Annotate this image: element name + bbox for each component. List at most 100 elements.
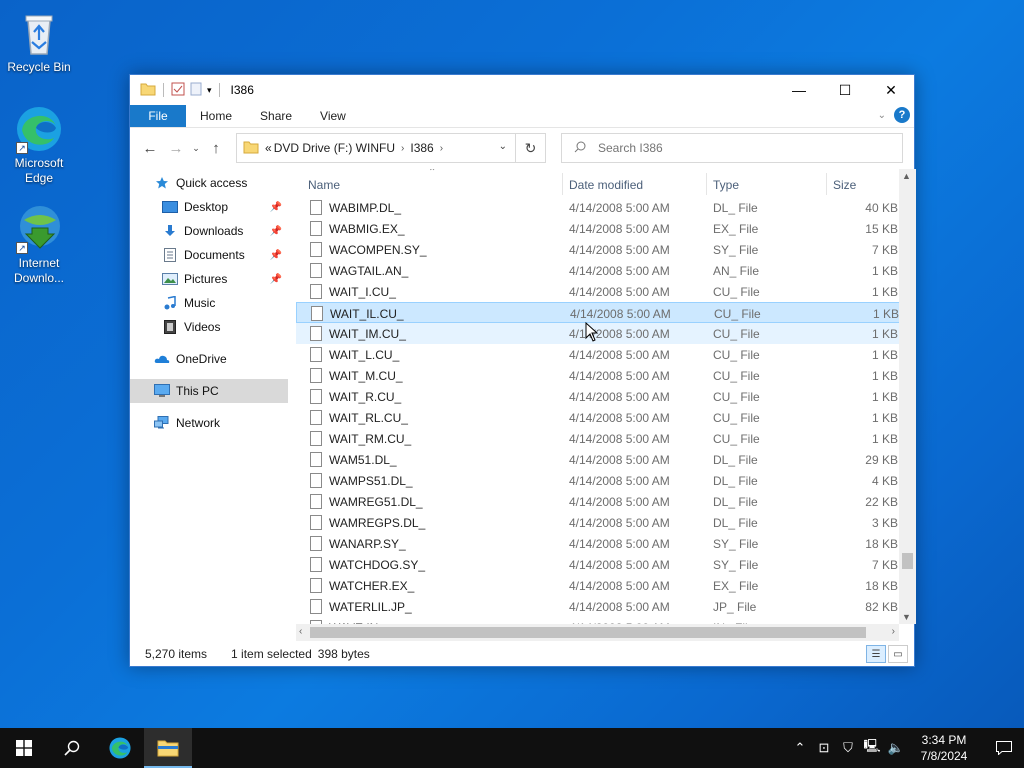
nav-item-desktop[interactable]: Desktop 📌	[130, 195, 288, 219]
column-header-date[interactable]: Date modified	[569, 178, 643, 192]
nav-item-documents[interactable]: Documents 📌	[130, 243, 288, 267]
show-hidden-icons-chevron-icon[interactable]: ⌃	[788, 740, 812, 756]
large-icons-view-button[interactable]: ▭	[888, 645, 908, 663]
nav-item-onedrive[interactable]: OneDrive	[130, 347, 288, 371]
table-row[interactable]: WANARP.SY_ 4/14/2008 5:00 AM SY_ File 18 KB	[296, 533, 900, 554]
breadcrumb-drive[interactable]: DVD Drive (F:) WINFU	[274, 141, 395, 155]
nav-item-downloads[interactable]: Downloads 📌	[130, 219, 288, 243]
table-row[interactable]: WACOMPEN.SY_ 4/14/2008 5:00 AM SY_ File 7 K…	[296, 239, 900, 260]
nav-label: Network	[176, 416, 221, 430]
nav-item-quick-access[interactable]: Quick access	[130, 171, 288, 195]
pin-icon[interactable]: 📌	[270, 274, 282, 285]
table-row[interactable]: WAM51.DL_ 4/14/2008 5:00 AM DL_ File 29 KB	[296, 449, 900, 470]
table-row[interactable]: WAIT_M.CU_ 4/14/2008 5:00 AM CU_ File 1 KB	[296, 365, 900, 386]
recent-locations-chevron-icon[interactable]: ⌄	[189, 143, 203, 154]
tab-file[interactable]: File	[130, 105, 186, 127]
new-folder-icon[interactable]	[189, 82, 203, 99]
desktop-icon-idm[interactable]: ↗ Internet Downlo...	[1, 204, 77, 286]
up-button[interactable]: ↑	[203, 140, 229, 157]
maximize-button[interactable]: ☐	[822, 75, 868, 105]
customize-toolbar-icon[interactable]: ▾	[207, 85, 212, 96]
table-row[interactable]: WATCHER.EX_ 4/14/2008 5:00 AM EX_ File 18 K…	[296, 575, 900, 596]
table-row[interactable]: WABIMP.DL_ 4/14/2008 5:00 AM DL_ File 40 KB	[296, 197, 900, 218]
table-row[interactable]: WAGTAIL.AN_ 4/14/2008 5:00 AM AN_ File 1 KB	[296, 260, 900, 281]
address-bar[interactable]: « DVD Drive (F:) WINFU › I386 › ⌄ ↻	[236, 133, 546, 163]
column-header-name[interactable]: Name	[308, 178, 340, 192]
help-button[interactable]: ?	[894, 107, 910, 123]
table-row[interactable]: WAIT_IL.CU_ 4/14/2008 5:00 AM CU_ File 1 KB	[296, 302, 900, 323]
title-bar[interactable]: ▾ I386 — ☐ ✕	[130, 75, 914, 105]
pin-icon[interactable]: 📌	[270, 226, 282, 237]
pin-icon[interactable]: 📌	[270, 202, 282, 213]
scroll-up-arrow-icon[interactable]: ▲	[902, 171, 911, 181]
scroll-right-arrow-icon[interactable]: ›	[892, 626, 895, 637]
file-icon	[310, 347, 322, 362]
shortcut-arrow-icon: ↗	[16, 242, 28, 254]
meet-now-icon[interactable]: ⊡	[812, 740, 836, 756]
nav-item-videos[interactable]: Videos	[130, 315, 288, 339]
scroll-down-arrow-icon[interactable]: ▼	[902, 612, 911, 622]
tab-view[interactable]: View	[306, 105, 360, 127]
breadcrumb-folder[interactable]: I386	[410, 141, 433, 155]
nav-item-pictures[interactable]: Pictures 📌	[130, 267, 288, 291]
clock[interactable]: 3:34 PM 7/8/2024	[914, 732, 974, 764]
table-row[interactable]: WAIT_R.CU_ 4/14/2008 5:00 AM CU_ File 1 KB	[296, 386, 900, 407]
vertical-scroll-thumb[interactable]	[902, 553, 913, 569]
table-row[interactable]: WAMPS51.DL_ 4/14/2008 5:00 AM DL_ File 4 KB	[296, 470, 900, 491]
security-icon[interactable]: ⛉	[836, 740, 860, 756]
breadcrumb-chevron-icon[interactable]: ›	[440, 143, 443, 154]
network-disconnected-icon[interactable]: 🖳	[860, 737, 884, 759]
minimize-button[interactable]: —	[776, 75, 822, 105]
table-row[interactable]: WABMIG.EX_ 4/14/2008 5:00 AM EX_ File 15 KB	[296, 218, 900, 239]
forward-button[interactable]: →	[163, 140, 189, 157]
file-type: SY_ File	[713, 243, 759, 257]
table-row[interactable]: WAMREG51.DL_ 4/14/2008 5:00 AM DL_ File 22 …	[296, 491, 900, 512]
column-divider[interactable]	[562, 173, 563, 195]
file-date-modified: 4/14/2008 5:00 AM	[569, 222, 670, 236]
table-row[interactable]: WAIT_RL.CU_ 4/14/2008 5:00 AM CU_ File 1 KB	[296, 407, 900, 428]
action-center-button[interactable]	[984, 741, 1024, 755]
breadcrumb-chevron-icon[interactable]: ›	[401, 143, 404, 154]
back-button[interactable]: ←	[137, 140, 163, 157]
nav-item-network[interactable]: Network	[130, 411, 288, 435]
nav-item-this-pc[interactable]: This PC	[130, 379, 288, 403]
search-box[interactable]	[561, 133, 903, 163]
properties-icon[interactable]	[171, 82, 185, 99]
table-row[interactable]: WAIT_I.CU_ 4/14/2008 5:00 AM CU_ File 1 KB	[296, 281, 900, 302]
table-row[interactable]: WATCHDOG.SY_ 4/14/2008 5:00 AM SY_ File 7 K…	[296, 554, 900, 575]
details-view-button[interactable]: ☰	[866, 645, 886, 663]
taskbar-edge-button[interactable]	[96, 728, 144, 768]
address-dropdown-icon[interactable]: ⌄	[499, 141, 507, 152]
taskbar-file-explorer-button[interactable]	[144, 728, 192, 768]
desktop-icon-recycle-bin[interactable]: Recycle Bin	[1, 8, 77, 75]
table-row[interactable]: WAIT_L.CU_ 4/14/2008 5:00 AM CU_ File 1 KB	[296, 344, 900, 365]
nav-item-music[interactable]: Music	[130, 291, 288, 315]
expand-ribbon-chevron-icon[interactable]: ⌄	[878, 110, 886, 121]
horizontal-scrollbar[interactable]: ‹ ›	[296, 624, 899, 641]
file-icon	[310, 536, 322, 551]
table-row[interactable]: WAMREGPS.DL_ 4/14/2008 5:00 AM DL_ File 3 K…	[296, 512, 900, 533]
table-row[interactable]: WATERLIL.JP_ 4/14/2008 5:00 AM JP_ File 82 …	[296, 596, 900, 617]
scroll-left-arrow-icon[interactable]: ‹	[299, 626, 302, 637]
column-divider[interactable]	[826, 173, 827, 195]
file-size: 1 KB	[871, 432, 898, 446]
vertical-scrollbar[interactable]: ▲ ▼	[899, 169, 916, 624]
search-input[interactable]	[598, 141, 878, 155]
column-divider[interactable]	[706, 173, 707, 195]
horizontal-scroll-thumb[interactable]	[310, 627, 866, 638]
file-name: WAIT_RL.CU_	[329, 411, 408, 425]
close-button[interactable]: ✕	[868, 75, 914, 105]
breadcrumb-overflow[interactable]: «	[265, 141, 272, 155]
tab-home[interactable]: Home	[186, 105, 246, 127]
pin-icon[interactable]: 📌	[270, 250, 282, 261]
table-row[interactable]: WAIT_RM.CU_ 4/14/2008 5:00 AM CU_ File 1 KB	[296, 428, 900, 449]
column-header-size[interactable]: Size	[833, 178, 856, 192]
file-date-modified: 4/14/2008 5:00 AM	[569, 474, 670, 488]
start-button[interactable]	[0, 728, 48, 768]
tab-share[interactable]: Share	[246, 105, 306, 127]
column-header-type[interactable]: Type	[713, 178, 739, 192]
desktop-icon-edge[interactable]: ↗ Microsoft Edge	[1, 104, 77, 186]
search-button[interactable]	[48, 728, 96, 768]
refresh-button[interactable]: ↻	[515, 134, 545, 162]
volume-muted-icon[interactable]: 🔈	[884, 740, 908, 756]
